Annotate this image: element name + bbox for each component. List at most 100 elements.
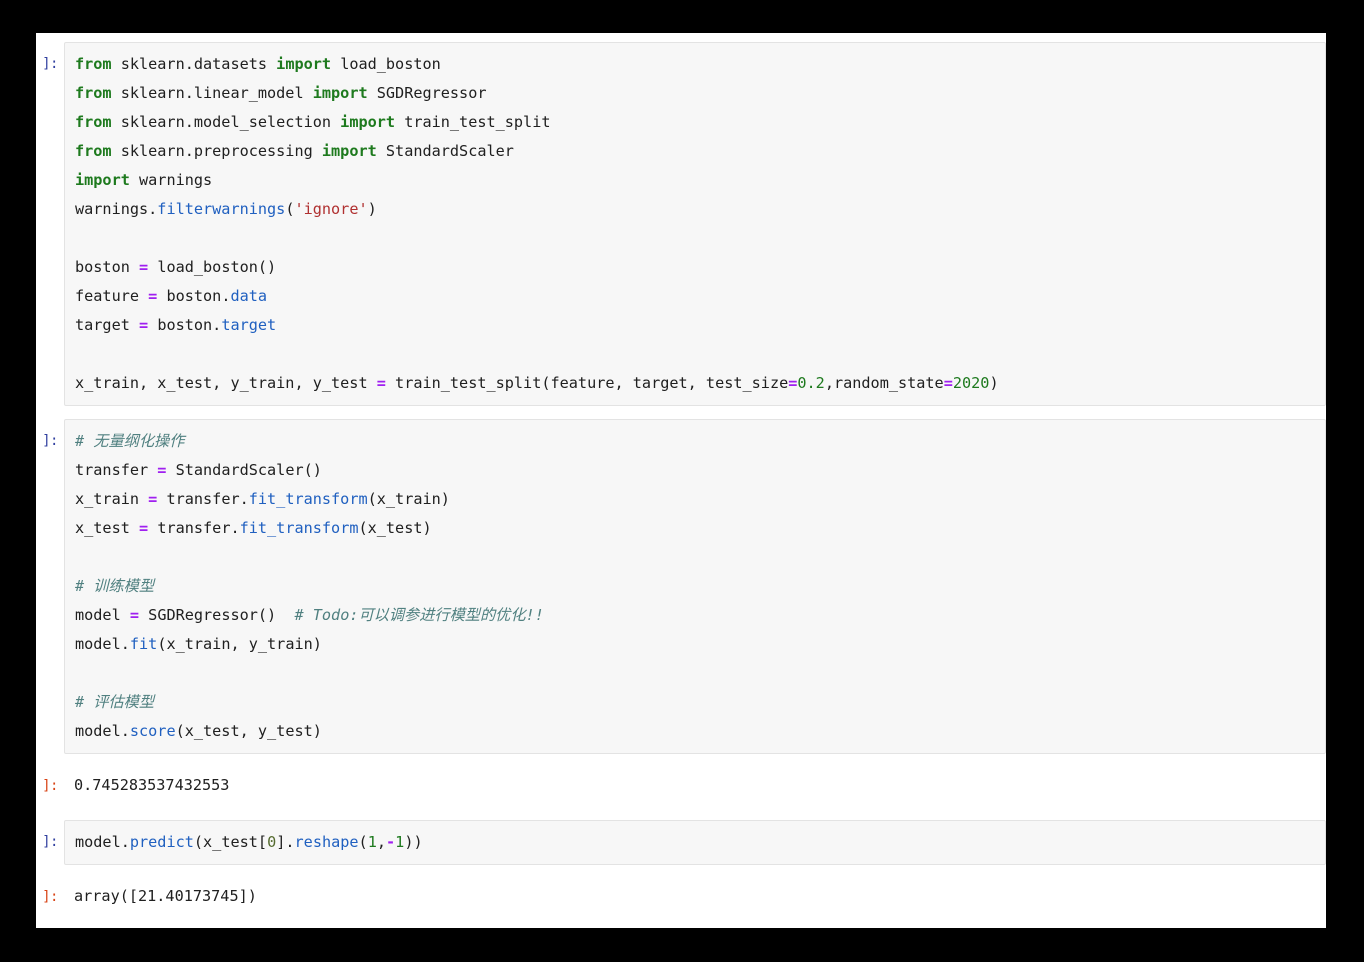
code-line: warnings.filterwarnings('ignore') (75, 195, 1325, 224)
code-token: 0 (267, 833, 276, 851)
code-cell[interactable]: In [ ]: from sklearn.datasets import load… (36, 42, 1326, 406)
code-token: reshape (295, 833, 359, 851)
source-code[interactable]: from sklearn.datasets import load_boston… (75, 50, 1325, 398)
code-line: from sklearn.model_selection import trai… (75, 108, 1325, 137)
code-token: model. (75, 833, 130, 851)
code-line: from sklearn.datasets import load_boston (75, 50, 1325, 79)
code-token: sklearn.model_selection (121, 113, 340, 131)
output-cell[interactable]: Out[ ]:0.745283537432553 (36, 764, 1326, 807)
code-token: - (386, 833, 395, 851)
output-prompt: Out[ ]: (36, 764, 64, 801)
code-token: SGDRegressor() (139, 606, 294, 624)
code-line: model.predict(x_test[0].reshape(1,-1)) (75, 828, 1325, 857)
code-token: ] (276, 833, 285, 851)
code-token: = (139, 316, 148, 334)
code-token: transfer. (148, 519, 239, 537)
code-token: from (75, 142, 121, 160)
code-line: transfer = StandardScaler() (75, 456, 1325, 485)
code-token: 0.2 (797, 374, 824, 392)
code-token: = (130, 606, 139, 624)
code-token: . (285, 833, 294, 851)
code-line: from sklearn.preprocessing import Standa… (75, 137, 1325, 166)
code-token: from (75, 113, 121, 131)
code-token: filterwarnings (157, 200, 285, 218)
code-token: (x_train, y_train) (157, 635, 322, 653)
cell-body: array([21.40173745]) (64, 875, 1326, 918)
cell-body: model.predict(x_test[0].reshape(1,-1)) (64, 820, 1326, 865)
code-token: train_test_split(feature, target, test_s… (386, 374, 788, 392)
code-line (75, 340, 1325, 369)
cell-body: # 无量纲化操作 transfer = StandardScaler() x_tra… (64, 419, 1326, 754)
cell-body: 0.745283537432553 (64, 764, 1326, 807)
code-token: 2020 (953, 374, 990, 392)
output-area: array([21.40173745]) (64, 875, 1326, 918)
input-prompt: In [ ]: (36, 419, 64, 456)
code-input-area[interactable]: # 无量纲化操作 transfer = StandardScaler() x_tra… (64, 419, 1326, 754)
screenshot-frame: In [ ]: from sklearn.datasets import load… (0, 0, 1364, 962)
code-token: = (377, 374, 386, 392)
source-code[interactable]: model.predict(x_test[0].reshape(1,-1)) (75, 828, 1325, 857)
code-cell[interactable]: In [ ]:model.predict(x_test[0].reshape(1… (36, 820, 1326, 865)
code-input-area[interactable]: from sklearn.datasets import load_boston… (64, 42, 1326, 406)
source-code[interactable]: # 无量纲化操作 transfer = StandardScaler() x_tra… (75, 427, 1325, 746)
code-token: (x_test) (358, 519, 431, 537)
code-token: x_train, x_test, y_train, y_test (75, 374, 377, 392)
code-token: import (276, 55, 340, 73)
cell-spacer (36, 754, 1326, 764)
code-token: model (75, 606, 130, 624)
code-line: feature = boston.data (75, 282, 1325, 311)
code-token: load_boston() (148, 258, 276, 276)
code-token: score (130, 722, 176, 740)
code-line: boston = load_boston() (75, 253, 1325, 282)
code-token: fit (130, 635, 157, 653)
code-token: load_boston (340, 55, 441, 73)
output-prompt: Out[ ]: (36, 875, 64, 912)
code-token: from (75, 84, 121, 102)
code-line: x_test = transfer.fit_transform(x_test) (75, 514, 1325, 543)
code-token: (x_train) (368, 490, 450, 508)
code-token: model. (75, 722, 130, 740)
code-token: StandardScaler() (166, 461, 321, 479)
code-token: 'ignore' (294, 200, 367, 218)
code-token: ) (368, 200, 377, 218)
output-cell[interactable]: Out[ ]:array([21.40173745]) (36, 875, 1326, 918)
code-line: model.fit(x_train, y_train) (75, 630, 1325, 659)
code-token: = (148, 287, 157, 305)
notebook-viewport[interactable]: In [ ]: from sklearn.datasets import load… (36, 33, 1326, 928)
code-token: x_train (75, 490, 148, 508)
code-token: # 评估模型 (75, 693, 154, 711)
cell-spacer (36, 865, 1326, 875)
code-input-area[interactable]: model.predict(x_test[0].reshape(1,-1)) (64, 820, 1326, 865)
code-token: sklearn.datasets (121, 55, 276, 73)
code-line: # 评估模型 (75, 688, 1325, 717)
code-token: [ (258, 833, 267, 851)
code-token: = (139, 519, 148, 537)
code-token: warnings. (75, 200, 157, 218)
code-line (75, 543, 1325, 572)
code-line: x_train, x_test, y_train, y_test = train… (75, 369, 1325, 398)
code-line: from sklearn.linear_model import SGDRegr… (75, 79, 1325, 108)
code-token: import (313, 84, 377, 102)
code-token: import (340, 113, 404, 131)
cell-body: from sklearn.datasets import load_boston… (64, 42, 1326, 406)
code-token: import (322, 142, 386, 160)
code-token: boston (75, 258, 139, 276)
code-token: ( (359, 833, 368, 851)
code-token: data (230, 287, 267, 305)
code-line (75, 659, 1325, 688)
code-token: (x_test, y_test) (176, 722, 322, 740)
code-token: 1 (368, 833, 377, 851)
code-line: target = boston.target (75, 311, 1325, 340)
code-cell[interactable]: In [ ]: # 无量纲化操作 transfer = StandardScaler… (36, 419, 1326, 754)
code-token: boston. (148, 316, 221, 334)
output-area: 0.745283537432553 (64, 764, 1326, 807)
input-prompt: In [ ]: (36, 42, 64, 79)
code-token: # 训练模型 (75, 577, 154, 595)
code-token: boston. (157, 287, 230, 305)
code-token: = (139, 258, 148, 276)
code-token: # 无量纲化操作 (75, 432, 184, 450)
code-token: train_test_split (404, 113, 550, 131)
code-token: fit_transform (249, 490, 368, 508)
code-token: sklearn.preprocessing (121, 142, 322, 160)
code-token: model. (75, 635, 130, 653)
